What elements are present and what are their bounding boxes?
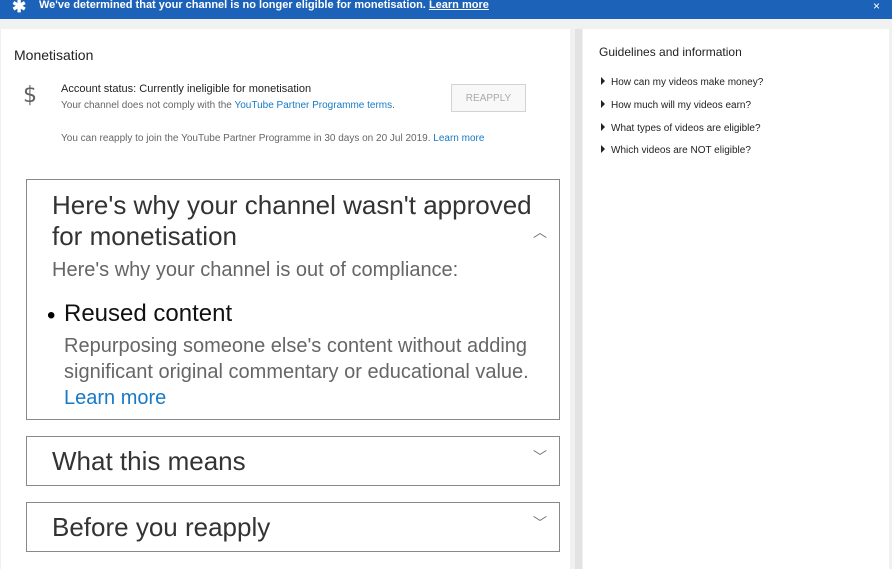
caret-right-icon — [601, 145, 605, 154]
star-icon: ✱ — [12, 0, 27, 16]
account-status: Account status: Currently ineligible for… — [61, 83, 312, 95]
reason-description: Repurposing someone else's content witho… — [64, 335, 529, 409]
bullet: • — [47, 302, 56, 329]
dollar-icon: $ — [23, 83, 37, 108]
reason-learn-more-link[interactable]: Learn more — [64, 387, 166, 409]
guideline-item[interactable]: Which videos are NOT eligible? — [601, 145, 751, 156]
reason-title: Reused content — [64, 300, 233, 327]
chevron-up-icon[interactable]: ︿ — [533, 222, 547, 242]
caret-right-icon — [601, 77, 605, 86]
banner-learn-more-link[interactable]: Learn more — [429, 0, 489, 11]
caret-right-icon — [601, 100, 605, 109]
chevron-down-icon[interactable]: ﹀ — [533, 513, 547, 533]
card-title-before[interactable]: Before you reapply — [52, 512, 270, 543]
what-this-means-card[interactable]: What this means ﹀ — [26, 436, 560, 486]
card-title-means[interactable]: What this means — [52, 446, 246, 477]
close-icon[interactable]: × — [873, 0, 880, 13]
chevron-down-icon[interactable]: ﹀ — [533, 447, 547, 467]
notification-banner: ✱ We've determined that your channel is … — [0, 0, 892, 19]
caret-right-icon — [601, 123, 605, 132]
guidelines-panel: Guidelines and information How can my vi… — [583, 29, 889, 569]
reapply-info: You can reapply to join the YouTube Part… — [61, 133, 485, 144]
guidelines-title: Guidelines and information — [599, 45, 742, 59]
before-reapply-card[interactable]: Before you reapply ﹀ — [26, 502, 560, 552]
guideline-item[interactable]: How can my videos make money? — [601, 77, 763, 88]
partner-terms-link[interactable]: YouTube Partner Programme terms — [234, 100, 392, 111]
why-not-approved-card: Here's why your channel wasn't approved … — [26, 179, 560, 420]
banner-message: We've determined that your channel is no… — [39, 0, 489, 11]
comply-text: Your channel does not comply with the Yo… — [61, 100, 395, 111]
reapply-learn-more-link[interactable]: Learn more — [433, 133, 484, 144]
panel-divider — [575, 29, 582, 569]
card-title-why[interactable]: Here's why your channel wasn't approved … — [52, 190, 552, 252]
page-title: Monetisation — [14, 47, 94, 63]
guideline-item[interactable]: What types of videos are eligible? — [601, 123, 761, 134]
monetisation-panel: Monetisation $ Account status: Currently… — [1, 29, 570, 569]
card-subtitle: Here's why your channel is out of compli… — [52, 259, 459, 281]
reapply-button[interactable]: REAPPLY — [451, 84, 526, 112]
guideline-item[interactable]: How much will my videos earn? — [601, 100, 751, 111]
